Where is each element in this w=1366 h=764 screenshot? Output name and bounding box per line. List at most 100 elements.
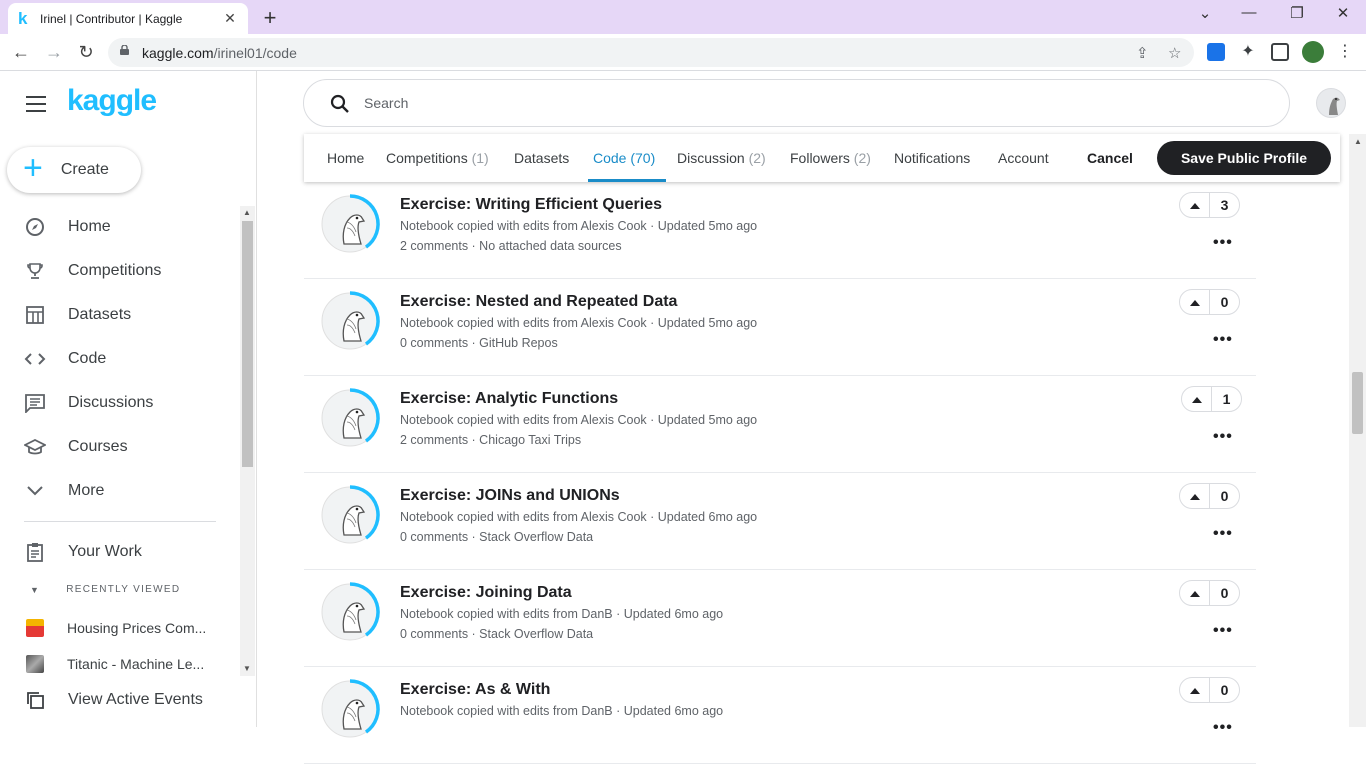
- tab-code[interactable]: Code (70): [593, 150, 655, 166]
- notebook-row[interactable]: Exercise: As & With Notebook copied with …: [304, 667, 1256, 764]
- tab-label: Account: [998, 150, 1049, 166]
- notebook-title[interactable]: Exercise: As & With: [400, 681, 550, 699]
- hamburger-menu-icon[interactable]: [26, 96, 46, 117]
- sidebar-item-label: Courses: [68, 438, 128, 455]
- notebook-row[interactable]: Exercise: Nested and Repeated Data Notebo…: [304, 279, 1256, 376]
- tab-datasets[interactable]: Datasets: [514, 150, 569, 166]
- more-options-icon[interactable]: •••: [1213, 622, 1233, 640]
- forward-button[interactable]: →: [43, 41, 65, 63]
- tab-label: Home: [327, 150, 365, 166]
- sidebar-scrollbar[interactable]: ▲ ▼: [240, 206, 255, 676]
- scroll-up-icon[interactable]: ▲: [243, 208, 251, 217]
- sidebar-item-more[interactable]: More: [24, 476, 104, 506]
- scroll-up-icon[interactable]: ▲: [1354, 137, 1362, 146]
- tab-discussion[interactable]: Discussion (2): [677, 150, 766, 166]
- close-window-button[interactable]: ✕: [1328, 4, 1358, 22]
- create-button[interactable]: + Create: [7, 147, 141, 193]
- more-options-icon[interactable]: •••: [1213, 331, 1233, 349]
- tab-home[interactable]: Home: [327, 150, 364, 166]
- sidebar-item-datasets[interactable]: Datasets: [24, 300, 131, 330]
- upvote-button[interactable]: [1180, 678, 1210, 702]
- more-options-icon[interactable]: •••: [1213, 719, 1233, 737]
- sidebar-scroll-thumb[interactable]: [242, 221, 253, 467]
- upvote-button[interactable]: [1180, 193, 1210, 217]
- main-scrollbar[interactable]: ▲: [1349, 134, 1366, 727]
- housing-thumbnail: [26, 619, 44, 637]
- tab-account[interactable]: Account: [998, 150, 1049, 166]
- tab-search-icon[interactable]: ⌄: [1190, 4, 1220, 22]
- restore-button[interactable]: ❐: [1282, 4, 1312, 22]
- upvote-button[interactable]: [1182, 387, 1212, 411]
- notebook-title[interactable]: Exercise: Analytic Functions: [400, 390, 618, 408]
- notebook-row[interactable]: Exercise: Writing Efficient Queries Noteb…: [304, 182, 1256, 279]
- author-avatar[interactable]: [320, 289, 384, 353]
- notebook-meta: Notebook copied with edits from DanB · U…: [400, 607, 724, 621]
- kaggle-logo[interactable]: kaggle: [67, 84, 157, 118]
- user-avatar[interactable]: [1316, 88, 1346, 118]
- search-icon: [330, 94, 349, 113]
- upvote-button[interactable]: [1180, 484, 1210, 508]
- notebook-title[interactable]: Exercise: Writing Efficient Queries: [400, 196, 662, 214]
- recent-item[interactable]: Titanic - Machine Le...: [26, 655, 204, 673]
- sidebar-item-label: Code: [68, 350, 107, 367]
- notebook-title[interactable]: Exercise: Nested and Repeated Data: [400, 293, 677, 311]
- browser-tab[interactable]: k Irinel | Contributor | Kaggle ✕: [8, 3, 248, 34]
- tab-notifications[interactable]: Notifications: [894, 150, 970, 166]
- extensions-puzzle-icon[interactable]: ✦: [1239, 43, 1257, 61]
- search-bar: [303, 79, 1290, 127]
- chevron-down-icon: [24, 480, 46, 502]
- author-avatar[interactable]: [320, 483, 384, 547]
- more-options-icon[interactable]: •••: [1213, 428, 1233, 446]
- main-scroll-thumb[interactable]: [1352, 372, 1363, 434]
- notebook-row[interactable]: Exercise: JOINs and UNIONs Notebook copie…: [304, 473, 1256, 570]
- caret-up-icon: [1189, 202, 1200, 209]
- profile-avatar-icon[interactable]: [1302, 41, 1324, 63]
- sidebar-item-code[interactable]: Code: [24, 344, 106, 374]
- recent-item[interactable]: Housing Prices Com...: [26, 619, 206, 637]
- notebook-title[interactable]: Exercise: Joining Data: [400, 584, 572, 602]
- vote-widget: 0: [1179, 677, 1240, 703]
- minimize-button[interactable]: —: [1234, 4, 1264, 21]
- search-input[interactable]: [364, 92, 1244, 114]
- notebook-row[interactable]: Exercise: Analytic Functions Notebook cop…: [304, 376, 1256, 473]
- side-panel-icon[interactable]: [1271, 43, 1289, 61]
- sidebar-item-courses[interactable]: Courses: [24, 432, 128, 462]
- sidebar-item-home[interactable]: Home: [24, 212, 111, 242]
- upvote-button[interactable]: [1180, 581, 1210, 605]
- share-icon[interactable]: ⇪: [1136, 44, 1149, 62]
- recently-viewed-header[interactable]: ▼ RECENTLY VIEWED: [30, 584, 180, 595]
- scroll-down-icon[interactable]: ▼: [243, 664, 251, 673]
- notebook-title[interactable]: Exercise: JOINs and UNIONs: [400, 487, 620, 505]
- tab-followers[interactable]: Followers (2): [790, 150, 871, 166]
- bookmark-star-icon[interactable]: ☆: [1168, 44, 1181, 62]
- author-avatar[interactable]: [320, 677, 384, 741]
- save-public-profile-button[interactable]: Save Public Profile: [1157, 141, 1331, 175]
- author-avatar[interactable]: [320, 192, 384, 256]
- more-options-icon[interactable]: •••: [1213, 525, 1233, 543]
- upvote-button[interactable]: [1180, 290, 1210, 314]
- sidebar-item-view-active-events[interactable]: View Active Events: [24, 685, 203, 715]
- browser-menu-icon[interactable]: ⋮: [1336, 43, 1354, 61]
- sidebar-item-competitions[interactable]: Competitions: [24, 256, 161, 286]
- cancel-button[interactable]: Cancel: [1087, 150, 1133, 166]
- translate-extension-icon[interactable]: [1207, 43, 1225, 61]
- browser-toolbar: ← → ↻ kaggle.com/irinel01/code ⇪ ☆ ✦ ⋮: [0, 34, 1366, 71]
- back-button[interactable]: ←: [10, 41, 32, 63]
- reload-button[interactable]: ↻: [75, 41, 97, 63]
- sidebar-item-label: Discussions: [68, 394, 154, 411]
- author-avatar[interactable]: [320, 580, 384, 644]
- sidebar-item-discussions[interactable]: Discussions: [24, 388, 153, 418]
- tab-competitions[interactable]: Competitions (1): [386, 150, 489, 166]
- address-bar[interactable]: kaggle.com/irinel01/code ⇪ ☆: [108, 38, 1194, 67]
- tab-label: Code: [593, 150, 627, 166]
- sidebar-item-label: Competitions: [68, 262, 162, 279]
- close-tab-icon[interactable]: ✕: [222, 10, 238, 27]
- new-tab-button[interactable]: +: [260, 5, 280, 31]
- notebook-row[interactable]: Exercise: Joining Data Notebook copied wi…: [304, 570, 1256, 667]
- compass-icon: [24, 216, 46, 238]
- titanic-thumbnail: [26, 655, 44, 673]
- author-avatar[interactable]: [320, 386, 384, 450]
- tab-title: Irinel | Contributor | Kaggle: [40, 11, 183, 26]
- sidebar-item-your-work[interactable]: Your Work: [24, 537, 142, 567]
- more-options-icon[interactable]: •••: [1213, 234, 1233, 252]
